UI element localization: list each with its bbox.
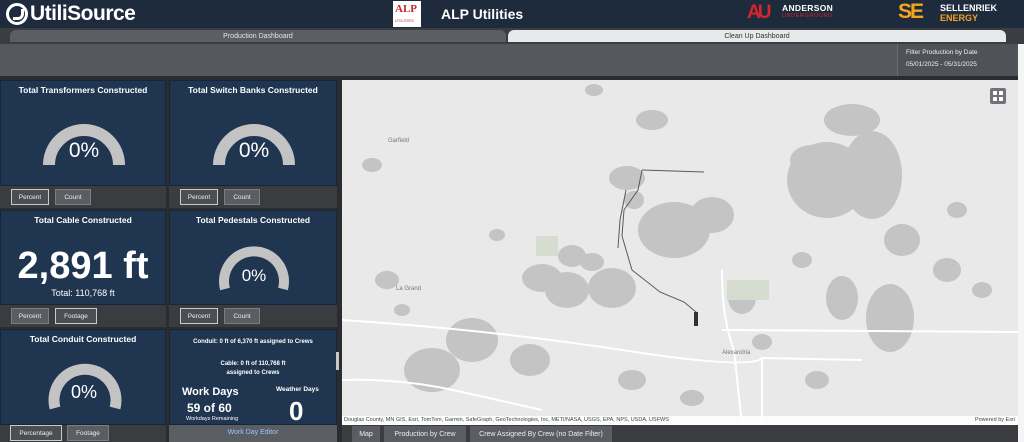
pedestals-toggle: Percent Count: [169, 305, 337, 327]
page-edge: [1018, 44, 1024, 442]
workdays-scrollbar[interactable]: [336, 352, 339, 370]
date-filter[interactable]: Filter Production by Date 05/01/2025 - 0…: [897, 44, 1017, 76]
date-filter-title: Filter Production by Date: [906, 49, 978, 56]
switch-banks-title: Total Switch Banks Constructed: [188, 85, 318, 95]
sellenriek-name: SELLENRIEK: [940, 3, 998, 13]
work-day-editor-link[interactable]: Work Day Editor: [169, 425, 337, 442]
page-title: ALP Utilities: [441, 6, 524, 22]
basemap-gallery-icon[interactable]: [990, 88, 1006, 104]
pedestals-percent-button[interactable]: Percent: [180, 308, 218, 324]
switch-banks-widget: Total Switch Banks Constructed 0%: [169, 80, 337, 186]
place-alexandria: Alexandria: [722, 350, 751, 356]
work-days-value: 59 of 60: [187, 401, 232, 415]
utilisource-mark-icon: [6, 3, 28, 25]
utilisource-logo: UtiliSource: [6, 2, 136, 26]
weather-days-label: Weather Days: [276, 386, 319, 393]
transformers-count-button[interactable]: Count: [55, 189, 91, 205]
tab-map[interactable]: Map: [352, 426, 380, 442]
alp-logo-sub: UTILITIES: [395, 18, 414, 23]
switch-banks-count-button[interactable]: Count: [224, 189, 260, 205]
place-la-grand: La Grand: [396, 286, 422, 292]
app-header: UtiliSource ALP UTILITIES ALP Utilities …: [0, 0, 1024, 28]
pedestals-title: Total Pedestals Constructed: [195, 215, 311, 225]
cable-total: Total: 110,768 ft: [51, 288, 115, 298]
anderson-name: ANDERSON: [782, 3, 834, 13]
cable-footage-button[interactable]: Footage: [55, 308, 97, 324]
transformers-title: Total Transformers Constructed: [18, 85, 148, 95]
powered-by-esri[interactable]: Powered by Esri: [975, 416, 1015, 425]
cable-widget: Total Cable Constructed 2,891 ft Total: …: [0, 210, 166, 305]
place-garfield: Garfield: [388, 138, 410, 144]
pedestals-count-button[interactable]: Count: [224, 308, 260, 324]
cable-toggle: Percent Footage: [0, 305, 166, 327]
map-attribution: Douglas County, MN GIS, Esri, TomTom, Ga…: [342, 416, 1018, 425]
filter-strip: [0, 44, 1024, 76]
cable-percent-button[interactable]: Percent: [11, 308, 49, 324]
map-basemap: [342, 84, 1018, 425]
sellenriek-sub: ENERGY: [940, 13, 979, 23]
cable-assigned-text-2: assigned to Crews: [226, 370, 280, 376]
transformers-toggle: Percent Count: [0, 186, 166, 208]
alp-logo-text: ALP: [395, 3, 417, 15]
tab-clean-up-dashboard[interactable]: Clean Up Dashboard: [508, 30, 1006, 42]
dashboard: UtiliSource ALP UTILITIES ALP Utilities …: [0, 0, 1024, 442]
workdays-widget: Conduit: 0 ft of 6,370 ft assigned to Cr…: [169, 329, 339, 426]
cable-value: 2,891 ft: [17, 245, 149, 287]
project-marker[interactable]: [694, 312, 698, 326]
cable-title: Total Cable Constructed: [34, 215, 132, 225]
date-filter-range: 05/01/2025 - 05/31/2025: [906, 61, 977, 68]
alp-logo: ALP UTILITIES: [393, 1, 421, 27]
switch-banks-value: 0%: [238, 139, 270, 162]
workdays-remaining-label: Workdays Remaining: [186, 416, 239, 422]
map-tabs: Map Production by Crew Crew Assigned By …: [342, 425, 1024, 442]
tab-production-by-crew[interactable]: Production by Crew: [384, 426, 466, 442]
pedestals-value: 0%: [241, 266, 267, 285]
conduit-footage-button[interactable]: Footage: [67, 425, 109, 441]
transformers-widget: Total Transformers Constructed 0%: [0, 80, 166, 186]
pedestals-widget: Total Pedestals Constructed 0%: [169, 210, 337, 305]
map-view[interactable]: Garfield La Grand Alexandria Douglas Cou…: [342, 80, 1018, 425]
conduit-widget: Total Conduit Constructed 0%: [0, 329, 166, 425]
switch-banks-percent-button[interactable]: Percent: [180, 189, 218, 205]
tab-production-dashboard[interactable]: Production Dashboard: [10, 30, 506, 42]
conduit-title: Total Conduit Constructed: [29, 334, 137, 344]
transformers-value: 0%: [68, 139, 100, 162]
dashboard-tabs: Production Dashboard Clean Up Dashboard: [0, 28, 1024, 44]
work-days-label: Work Days: [182, 386, 239, 398]
anderson-logo: AU ANDERSON UNDERGROUND: [747, 2, 843, 24]
sellenriek-mark: SE: [898, 0, 924, 23]
sellenriek-logo: SE SELLENRIEK ENERGY: [898, 0, 1020, 25]
weather-days-value: 0: [289, 396, 304, 426]
conduit-percentage-button[interactable]: Percentage: [10, 425, 62, 441]
cable-assigned-text: Cable: 0 ft of 110,768 ft: [220, 361, 286, 367]
anderson-sub: UNDERGROUND: [782, 13, 833, 19]
anderson-mark: AU: [747, 2, 772, 23]
tab-crew-assigned[interactable]: Crew Assigned By Crew (no Date Filter): [470, 426, 612, 442]
conduit-value: 0%: [70, 382, 97, 402]
switch-banks-toggle: Percent Count: [169, 186, 337, 208]
utilisource-logo-text: UtiliSource: [30, 2, 136, 25]
conduit-toggle: Percentage Footage: [0, 425, 166, 442]
conduit-assigned-text: Conduit: 0 ft of 6,370 ft assigned to Cr…: [193, 339, 313, 345]
transformers-percent-button[interactable]: Percent: [11, 189, 49, 205]
